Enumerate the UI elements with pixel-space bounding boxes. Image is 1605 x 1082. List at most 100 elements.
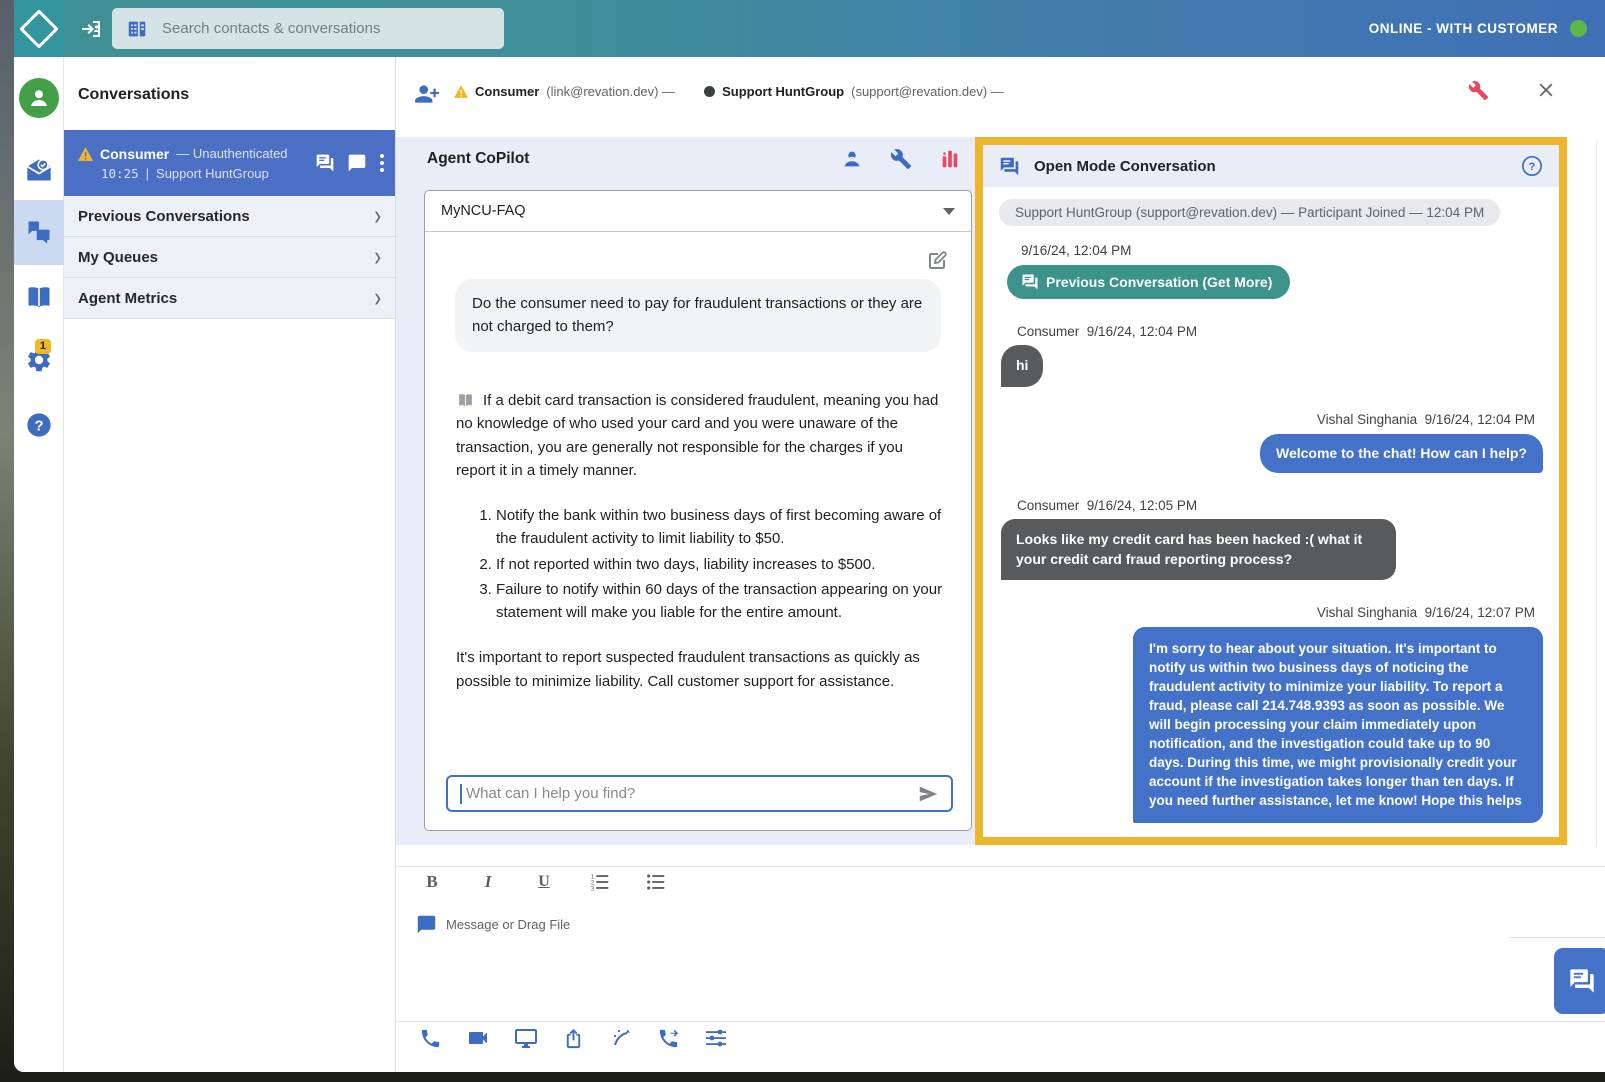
mail-check-icon (25, 156, 53, 184)
svg-text:?: ? (34, 418, 43, 435)
message-bubble: Looks like my credit card has been hacke… (1001, 519, 1396, 580)
row-label: Agent Metrics (78, 290, 177, 307)
chevron-down-icon (943, 208, 955, 215)
call-toolbar (419, 1026, 728, 1050)
phone-icon[interactable] (419, 1027, 442, 1050)
copilot-answer: If a debit card transaction is considere… (456, 389, 946, 693)
send-icon[interactable] (917, 783, 939, 805)
directory-icon (126, 18, 148, 40)
support-detail: (support@revation.dev) — (851, 84, 1004, 99)
bullet-list-button[interactable] (643, 869, 669, 895)
open-mode-title: Open Mode Conversation (1034, 158, 1507, 175)
search-input[interactable] (160, 19, 464, 38)
italic-button[interactable]: I (475, 869, 501, 895)
close-icon[interactable] (1535, 79, 1557, 101)
open-mode-panel: Open Mode Conversation ? Support HuntGro… (975, 137, 1567, 845)
underline-button[interactable]: U (531, 869, 557, 895)
ordered-list-button[interactable]: 1 2 3 (587, 869, 613, 895)
rail-item-help[interactable]: ? (14, 411, 64, 439)
message-meta: Consumer 9/16/24, 12:04 PM (1017, 324, 1549, 339)
help-circle-icon[interactable]: ? (1521, 155, 1543, 177)
message-bubble: Welcome to the chat! How can I help? (1260, 434, 1543, 474)
separator: | (146, 166, 149, 181)
knowledge-base-select[interactable]: MyNCU-FAQ (425, 191, 971, 232)
help-icon: ? (25, 411, 53, 439)
message-list: Support HuntGroup (support@revation.dev)… (983, 187, 1559, 836)
divider (396, 1021, 1605, 1022)
avatar (19, 78, 59, 118)
person-icon (27, 86, 51, 110)
answer-outro: It's important to report suspected fraud… (456, 646, 946, 693)
scrollbar-track[interactable] (1596, 140, 1597, 845)
answer-step: If not reported within two days, liabili… (496, 553, 946, 576)
conversation-item-active[interactable]: Consumer — Unauthenticated 10:25 | Suppo… (64, 130, 395, 196)
import-contact-icon[interactable] (78, 15, 106, 43)
divider (1509, 937, 1605, 938)
tune-icon[interactable] (704, 1026, 728, 1050)
video-call-icon[interactable] (466, 1026, 490, 1050)
chevron-right-icon: › (374, 284, 381, 312)
screen-share-icon[interactable] (514, 1026, 538, 1050)
rail-item-settings[interactable]: 1 (14, 346, 64, 379)
previous-conversation-button[interactable]: Previous Conversation (Get More) (1007, 265, 1290, 299)
forum-icon (1568, 967, 1596, 995)
svg-text:?: ? (1529, 161, 1536, 173)
share-file-icon[interactable] (562, 1027, 585, 1050)
agent-status[interactable]: ONLINE - WITH CUSTOMER (1369, 0, 1587, 57)
sidebar-item-agent-metrics[interactable]: Agent Metrics › (64, 278, 395, 319)
insights-chart-icon[interactable] (939, 148, 961, 170)
forum-icon (1021, 273, 1039, 291)
call-transfer-icon[interactable] (657, 1027, 680, 1050)
bold-button[interactable]: B (419, 869, 445, 895)
kebab-menu-icon[interactable] (379, 153, 385, 173)
participant-joined-notice: Support HuntGroup (support@revation.dev)… (999, 199, 1500, 226)
rail-item-knowledge[interactable] (14, 282, 64, 310)
divider (396, 866, 1605, 867)
row-label: Previous Conversations (78, 208, 250, 225)
svg-text:3: 3 (591, 886, 595, 892)
add-participant-icon[interactable] (414, 81, 440, 107)
message-time: 9/16/24, 12:05 PM (1087, 498, 1197, 513)
text-caret (460, 784, 462, 804)
agent-status-label: ONLINE - WITH CUSTOMER (1369, 21, 1558, 36)
copilot-question-bubble: Do the consumer need to pay for fraudule… (455, 279, 941, 352)
forum-icon[interactable] (315, 153, 335, 173)
message-sender: Vishal Singhania (1317, 605, 1417, 620)
agent-copilot-panel: Agent CoPilot MyNCU-FAQ (396, 137, 989, 845)
agent-persona-icon[interactable] (841, 148, 863, 170)
rail-item-conversations[interactable] (14, 218, 64, 246)
settings-badge: 1 (35, 339, 51, 354)
message-time: 9/16/24, 12:04 PM (1087, 324, 1197, 339)
answer-step: Failure to notify within 60 days of the … (496, 578, 946, 625)
chat-duo-icon (25, 218, 53, 246)
wrench-icon[interactable] (1468, 80, 1489, 101)
rail-item-profile[interactable] (17, 78, 61, 122)
contact-arrow-icon (80, 17, 104, 41)
global-search[interactable] (112, 8, 504, 49)
copilot-title: Agent CoPilot (427, 150, 529, 168)
smart-assist-icon[interactable] (609, 1026, 633, 1050)
previous-conversation-label: Previous Conversation (Get More) (1046, 274, 1272, 290)
sidebar-item-my-queues[interactable]: My Queues › (64, 237, 395, 278)
rail-item-inbox[interactable] (14, 156, 64, 184)
consumer-detail: (link@revation.dev) — (546, 84, 675, 99)
message-bubble: hi (1001, 345, 1043, 387)
message-sender: Consumer (1017, 498, 1079, 513)
warning-icon (454, 85, 468, 98)
message-meta: Vishal Singhania 9/16/24, 12:04 PM (1317, 412, 1535, 427)
edit-icon[interactable] (925, 249, 949, 273)
message-input-area[interactable]: Message or Drag File (416, 914, 570, 935)
copilot-settings-icon[interactable] (890, 148, 912, 170)
message-meta: Consumer 9/16/24, 12:05 PM (1017, 498, 1549, 513)
warning-icon (78, 147, 93, 161)
sidebar-item-previous-conversations[interactable]: Previous Conversations › (64, 196, 395, 237)
copilot-search-input[interactable] (464, 784, 915, 803)
chat-bubble-icon[interactable] (347, 153, 367, 173)
open-chat-button[interactable] (1554, 948, 1605, 1014)
app-logo (14, 0, 64, 57)
answer-intro: If a debit card transaction is considere… (456, 392, 938, 479)
consumer-name: Consumer (475, 84, 539, 99)
knowledge-base-value: MyNCU-FAQ (441, 203, 526, 219)
support-name: Support HuntGroup (722, 84, 844, 99)
copilot-search-field[interactable] (446, 775, 953, 812)
